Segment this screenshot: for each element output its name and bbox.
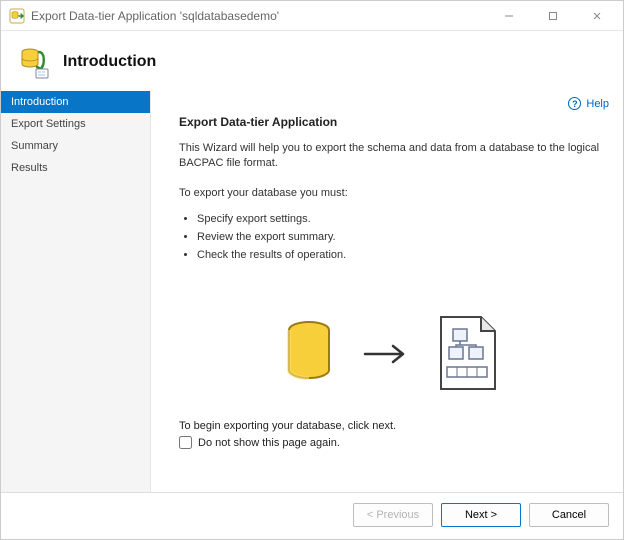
app-icon — [9, 8, 25, 24]
arrow-right-icon — [363, 342, 411, 369]
sidebar-item-introduction[interactable]: Introduction — [1, 91, 150, 113]
sidebar-item-results[interactable]: Results — [1, 157, 150, 179]
illustration — [281, 315, 499, 396]
bacpac-file-icon — [437, 315, 499, 396]
help-link[interactable]: ? Help — [568, 97, 609, 110]
minimize-button[interactable] — [487, 1, 531, 31]
steps-list: Specify export settings. Review the expo… — [197, 207, 601, 267]
title-bar: Export Data-tier Application 'sqldatabas… — [1, 1, 623, 31]
do-not-show-label: Do not show this page again. — [198, 437, 340, 449]
help-label: Help — [586, 98, 609, 110]
section-title: Export Data-tier Application — [179, 115, 601, 129]
step-item: Review the export summary. — [197, 231, 601, 243]
sidebar-item-label: Summary — [11, 140, 58, 152]
window-controls — [487, 1, 619, 31]
wizard-sidebar: Introduction Export Settings Summary Res… — [1, 91, 151, 492]
do-not-show-row[interactable]: Do not show this page again. — [179, 436, 601, 449]
step-item: Specify export settings. — [197, 213, 601, 225]
page-title: Introduction — [63, 53, 156, 71]
steps-lead: To export your database you must: — [179, 186, 601, 201]
next-button[interactable]: Next > — [441, 503, 521, 527]
sidebar-item-label: Introduction — [11, 96, 68, 108]
sidebar-item-summary[interactable]: Summary — [1, 135, 150, 157]
help-icon: ? — [568, 97, 581, 110]
content-pane: ? Help Export Data-tier Application This… — [151, 91, 623, 492]
cancel-button[interactable]: Cancel — [529, 503, 609, 527]
export-database-icon — [17, 45, 51, 79]
database-icon — [281, 319, 337, 392]
do-not-show-checkbox[interactable] — [179, 436, 192, 449]
step-item: Check the results of operation. — [197, 249, 601, 261]
wizard-button-bar: < Previous Next > Cancel — [1, 492, 623, 539]
begin-text: To begin exporting your database, click … — [179, 420, 601, 432]
sidebar-item-label: Results — [11, 162, 48, 174]
intro-text: This Wizard will help you to export the … — [179, 141, 601, 172]
window-title: Export Data-tier Application 'sqldatabas… — [31, 9, 487, 23]
sidebar-item-label: Export Settings — [11, 118, 86, 130]
sidebar-item-export-settings[interactable]: Export Settings — [1, 113, 150, 135]
previous-button[interactable]: < Previous — [353, 503, 433, 527]
page-header: Introduction — [1, 31, 623, 91]
close-button[interactable] — [575, 1, 619, 31]
maximize-button[interactable] — [531, 1, 575, 31]
